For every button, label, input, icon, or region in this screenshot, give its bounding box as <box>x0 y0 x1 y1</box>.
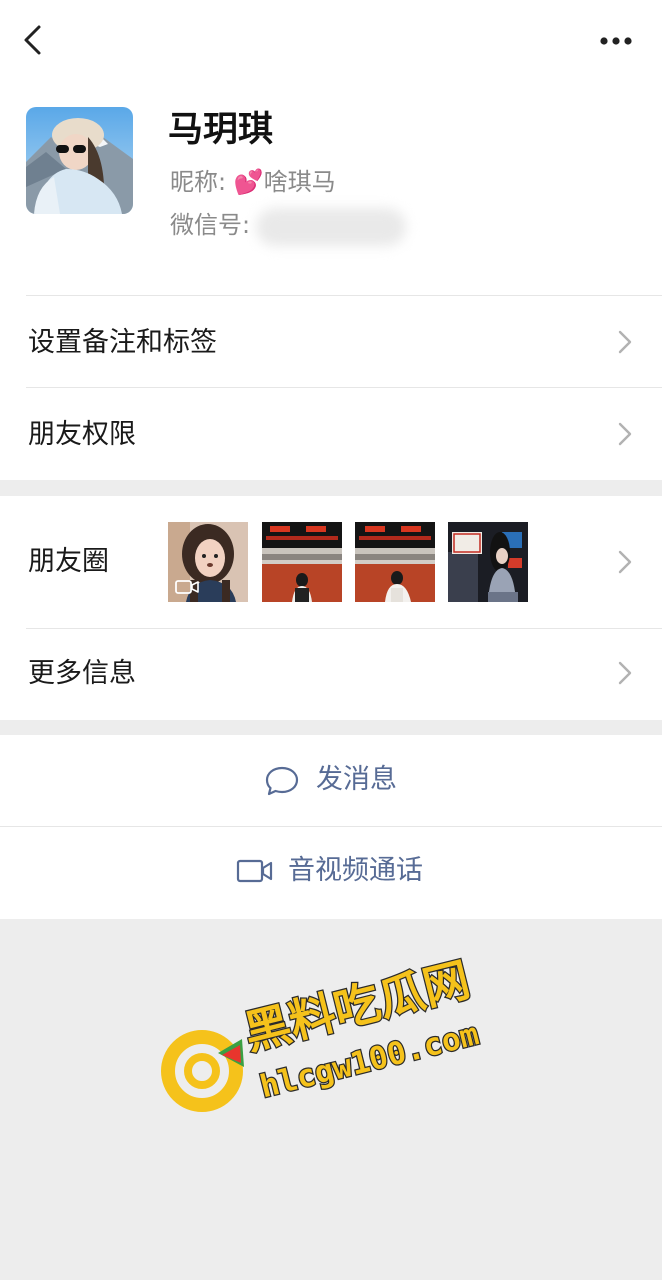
video-call-button[interactable]: 音视频通话 <box>0 827 662 918</box>
wechat-id-label: 微信号: <box>170 211 251 239</box>
video-call-label: 音视频通话 <box>288 855 423 886</box>
avatar[interactable] <box>26 107 133 214</box>
video-camera-icon <box>236 859 273 883</box>
chevron-left-icon <box>24 25 41 55</box>
more-dots-icon <box>600 37 632 45</box>
nickname-value: 啥琪马 <box>263 168 336 196</box>
moments-label: 朋友圈 <box>28 546 109 577</box>
more-button[interactable] <box>594 26 638 56</box>
watermark-logo: 黑料吃瓜网 hlcgw100.com <box>160 935 500 1125</box>
moments-thumbnail[interactable] <box>262 522 342 602</box>
send-message-button[interactable]: 发消息 <box>0 735 662 826</box>
chevron-right-icon <box>618 661 632 685</box>
more-info-label: 更多信息 <box>28 658 136 689</box>
actions-section: 发消息 音视频通话 <box>0 735 662 919</box>
moments-section: 朋友圈 更多信息 <box>0 496 662 720</box>
nickname-label: 昵称: <box>170 168 227 196</box>
remark-tags-label: 设置备注和标签 <box>28 327 217 358</box>
video-icon <box>175 580 199 594</box>
nickname-line: 昵称: 💕啥琪马 <box>170 166 336 198</box>
heart-emoji-icon: 💕 <box>233 168 264 196</box>
friend-permissions-label: 朋友权限 <box>28 419 136 450</box>
chat-bubble-icon <box>265 766 299 796</box>
chevron-right-icon <box>618 550 632 574</box>
back-button[interactable] <box>14 20 54 60</box>
wechat-id-line: 微信号: <box>170 209 250 241</box>
chevron-right-icon <box>618 330 632 354</box>
moments-thumbnail[interactable] <box>355 522 435 602</box>
moments-thumbnail[interactable] <box>448 522 528 602</box>
contact-name: 马玥琪 <box>168 110 274 150</box>
wechat-id-blurred-value <box>256 208 406 246</box>
remark-tags-row[interactable]: 设置备注和标签 <box>0 296 662 387</box>
send-message-label: 发消息 <box>316 764 397 795</box>
moments-row[interactable]: 朋友圈 <box>0 496 662 628</box>
moments-thumbnail[interactable] <box>168 522 248 602</box>
friend-permissions-row[interactable]: 朋友权限 <box>0 388 662 480</box>
more-info-row[interactable]: 更多信息 <box>0 629 662 720</box>
chevron-right-icon <box>618 422 632 446</box>
profile-section: 马玥琪 昵称: 💕啥琪马 微信号: 设置备注和标签 朋友权限 <box>0 0 662 480</box>
contact-profile-page: 马玥琪 昵称: 💕啥琪马 微信号: 设置备注和标签 朋友权限 朋友圈 更多信息 … <box>0 0 662 1280</box>
avatar-image <box>26 107 133 214</box>
